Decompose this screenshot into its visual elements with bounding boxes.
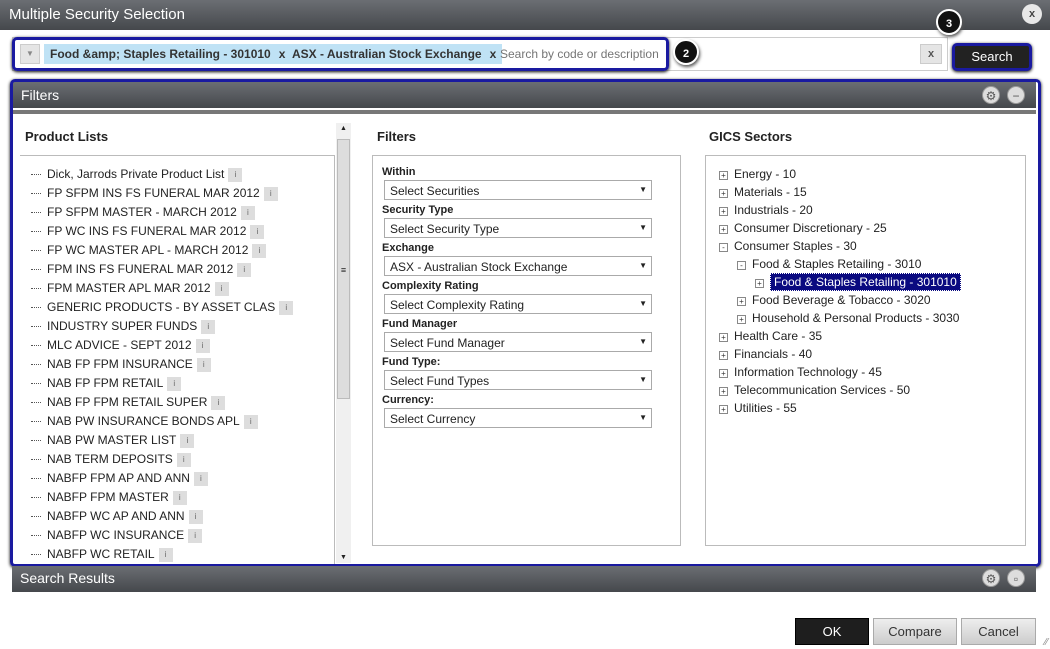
- search-tag: ASX - Australian Stock Exchange x: [286, 44, 503, 64]
- search-results-header: Search Results: [12, 566, 1036, 592]
- dialog-title: Multiple Security Selection: [0, 0, 1050, 30]
- panel-title: Search Results: [20, 570, 115, 586]
- dropdown-toggle[interactable]: ▼: [20, 44, 40, 64]
- tag-label: Food &amp; Staples Retailing - 301010: [50, 47, 271, 61]
- callout-badge: 2: [673, 39, 699, 65]
- settings-icon[interactable]: ⚙: [982, 569, 1000, 587]
- callout-badge: 3: [936, 9, 962, 35]
- cancel-button[interactable]: Cancel: [961, 618, 1036, 645]
- highlight-filters: [10, 79, 1041, 567]
- maximize-icon[interactable]: ▫: [1007, 569, 1025, 587]
- compare-button[interactable]: Compare: [873, 618, 957, 645]
- resize-handle[interactable]: ⁄⁄: [1045, 637, 1048, 648]
- ok-button[interactable]: OK: [795, 618, 869, 645]
- search-tag: Food &amp; Staples Retailing - 301010 x: [44, 44, 292, 64]
- close-button[interactable]: x: [1022, 4, 1042, 24]
- search-input[interactable]: [500, 44, 662, 64]
- tag-remove-button[interactable]: x: [490, 47, 497, 61]
- search-button[interactable]: Search: [952, 43, 1032, 71]
- clear-search-button[interactable]: x: [920, 44, 942, 64]
- tag-label: ASX - Australian Stock Exchange: [292, 47, 482, 61]
- tag-remove-button[interactable]: x: [279, 47, 286, 61]
